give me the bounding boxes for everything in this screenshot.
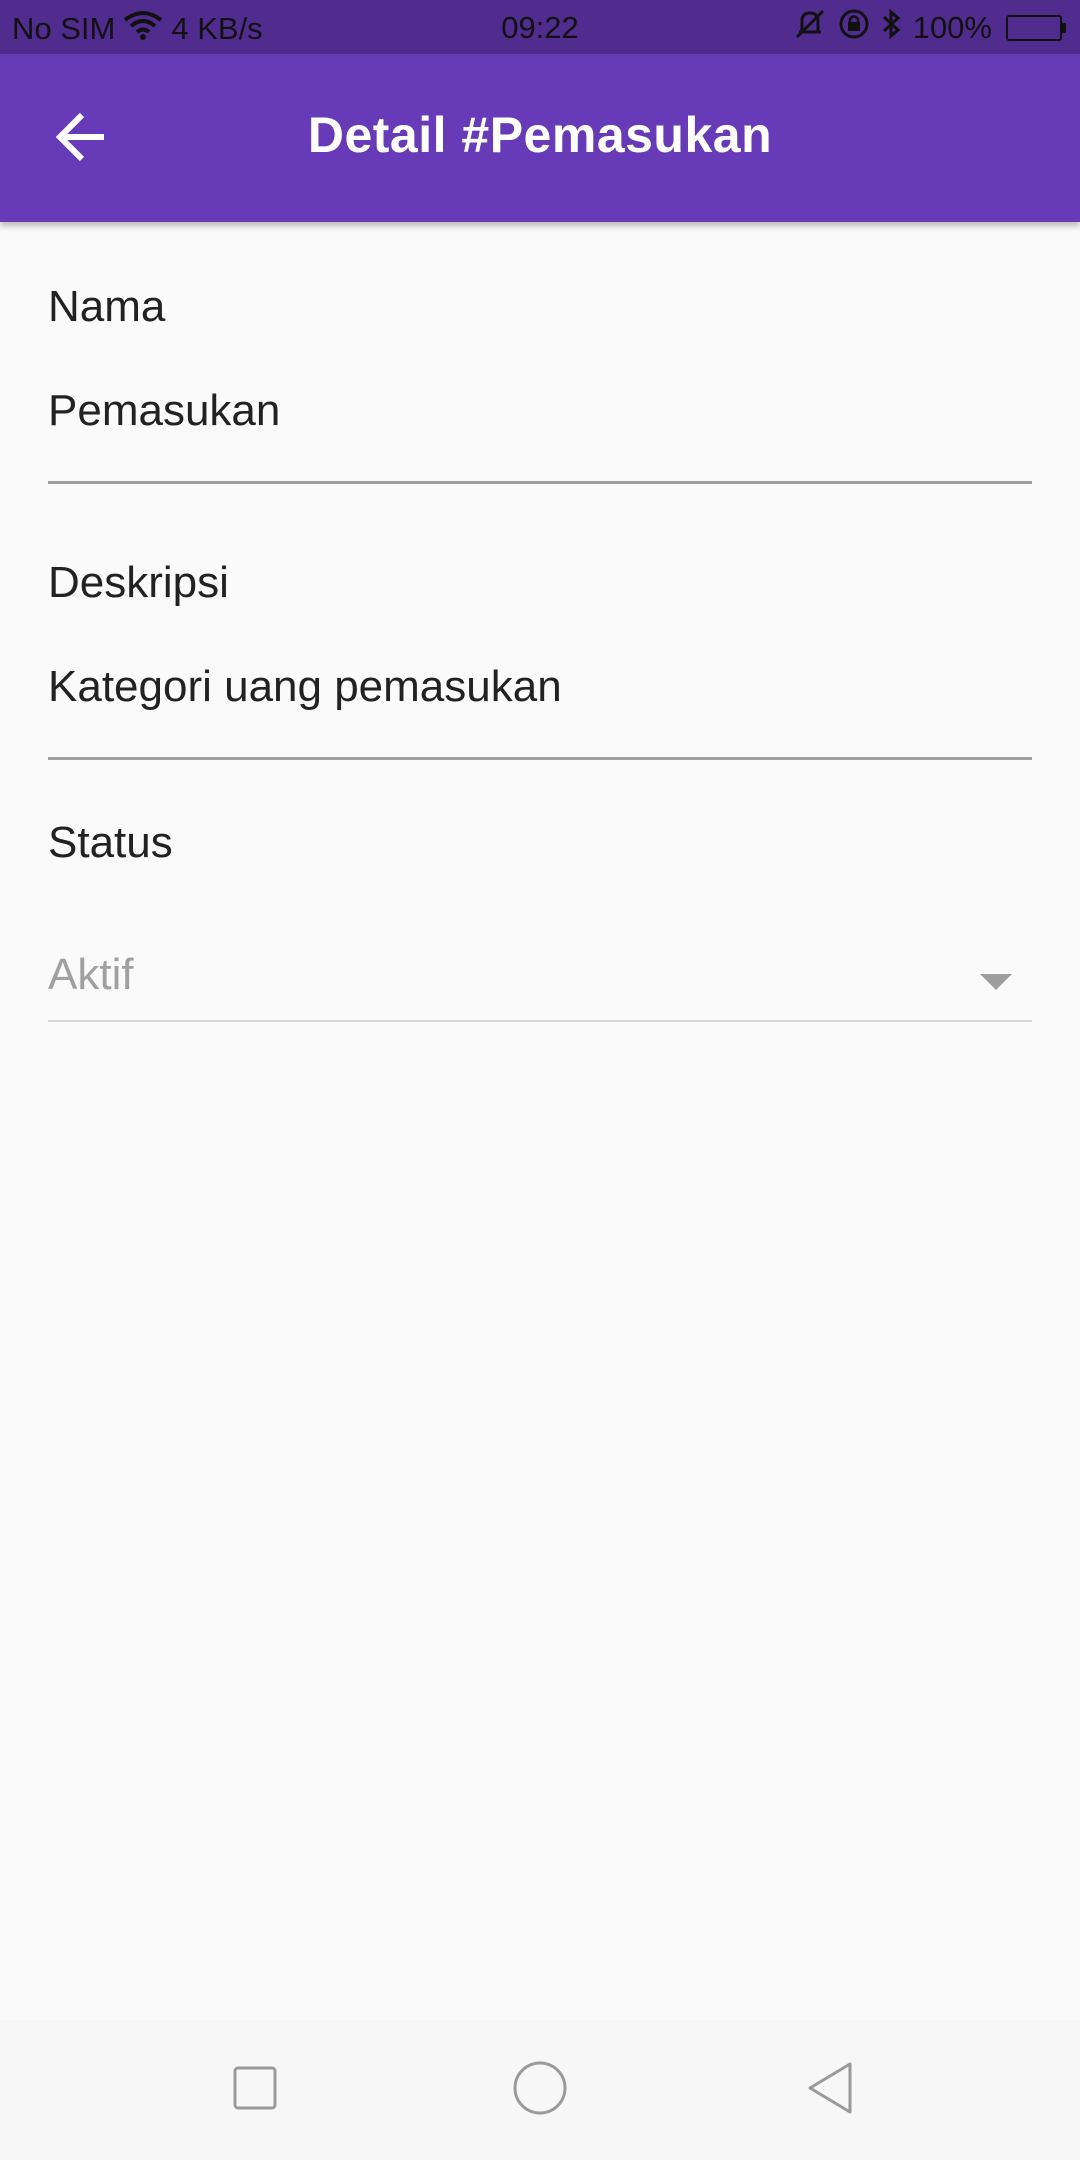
nama-label: Nama	[48, 282, 166, 331]
app-bar: Detail #Pemasukan	[0, 54, 1080, 222]
bluetooth-icon	[881, 8, 903, 48]
page-title: Detail #Pemasukan	[307, 107, 773, 163]
back-nav-button[interactable]	[800, 2060, 860, 2120]
caret-down-icon	[980, 974, 1012, 990]
status-bar: No SIM 4 KB/s 09:22 100%	[0, 0, 1080, 54]
back-icon	[804, 2060, 856, 2121]
status-label: Status	[48, 818, 173, 867]
system-nav-bar	[0, 2020, 1080, 2160]
battery-percent: 100%	[912, 10, 992, 45]
status-selected-value: Aktif	[48, 950, 134, 999]
home-icon	[512, 2060, 568, 2121]
home-button[interactable]	[510, 2060, 570, 2120]
rotation-lock-icon	[837, 8, 871, 48]
nama-field[interactable]: Pemasukan	[48, 386, 280, 436]
status-underline	[48, 1020, 1032, 1022]
battery-icon	[1006, 15, 1066, 41]
nama-underline	[48, 481, 1032, 484]
status-right: 100%	[793, 8, 1066, 48]
recent-apps-icon	[231, 2064, 279, 2117]
status-dropdown[interactable]: Aktif	[48, 922, 1032, 1022]
vibrate-off-icon	[793, 8, 827, 48]
recent-apps-button[interactable]	[225, 2060, 285, 2120]
deskripsi-underline	[48, 757, 1032, 760]
deskripsi-label: Deskripsi	[48, 558, 229, 607]
deskripsi-field[interactable]: Kategori uang pemasukan	[48, 662, 562, 712]
